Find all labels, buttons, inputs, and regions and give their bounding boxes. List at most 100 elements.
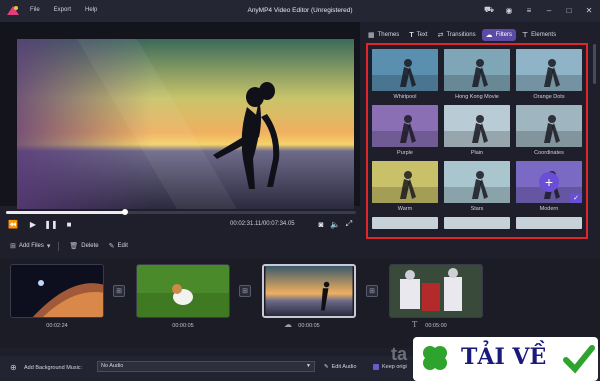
playback-time: 00:02:31.11/00:07:34.05 xyxy=(230,221,295,227)
edit-label: Edit xyxy=(117,243,128,249)
filter-item[interactable]: Stars xyxy=(444,161,510,215)
audio-edit-icon: ✎ xyxy=(324,364,329,370)
video-preview[interactable] xyxy=(17,39,354,209)
filter-applied-icon: ☁ xyxy=(284,320,292,329)
title-bar: File Export Help AnyMP4 Video Editor (Un… xyxy=(0,0,600,22)
filters-icon: ☁ xyxy=(485,32,493,39)
clip-thumbnail xyxy=(390,265,482,317)
watermark-faint-text: ta xyxy=(391,344,408,364)
fullscreen-icon[interactable]: ⤢ xyxy=(344,219,354,229)
checkmark-icon xyxy=(563,345,595,374)
timeline-clip[interactable] xyxy=(10,264,104,318)
filter-thumbnail[interactable] xyxy=(372,49,438,91)
filter-item[interactable]: Orange Dots xyxy=(516,49,582,103)
filter-thumbnail[interactable]: + ✓ xyxy=(516,161,582,203)
timeline-clip-selected[interactable] xyxy=(262,264,356,318)
bg-music-value: No Audio xyxy=(101,363,124,369)
tab-transitions[interactable]: ⇄ Transitions xyxy=(434,29,480,41)
clip-thumbnail xyxy=(265,266,353,316)
pause-icon[interactable]: ❚❚ xyxy=(44,219,57,229)
filter-thumbnail-partial[interactable] xyxy=(372,217,438,229)
wand-icon: ✎ xyxy=(108,243,115,250)
transition-slot[interactable]: ⊞ xyxy=(239,285,251,297)
add-filter-icon[interactable]: + xyxy=(539,172,559,192)
add-music-icon[interactable]: ⊕ xyxy=(10,363,17,372)
playback-scrubber[interactable] xyxy=(6,209,356,215)
tab-text[interactable]: T Text xyxy=(405,30,431,41)
tab-label: Transitions xyxy=(446,32,476,38)
transition-slot[interactable]: ⊞ xyxy=(366,285,378,297)
timeline-clip[interactable] xyxy=(389,264,483,318)
filter-thumbnail[interactable] xyxy=(444,161,510,203)
filter-label: Purple xyxy=(397,150,413,156)
filter-item[interactable]: Hong Kong Movie xyxy=(444,49,510,103)
filter-item[interactable]: Warm xyxy=(372,161,438,215)
clover-icon xyxy=(423,346,447,370)
filter-label: Warm xyxy=(397,206,413,212)
add-file-icon: ⊞ xyxy=(10,243,16,250)
tab-label: Filters xyxy=(495,32,512,38)
filter-item[interactable]: Coordinates xyxy=(516,105,582,159)
filters-panel: Whirlpool Hong Kong Movie Orange Dots Purpl… xyxy=(366,43,588,239)
scrubber-fill xyxy=(6,211,125,214)
filter-thumbnail[interactable] xyxy=(372,161,438,203)
scrubber-knob[interactable] xyxy=(122,209,128,215)
elements-icon: ⊤ xyxy=(521,32,529,39)
filter-label: Whirlpool xyxy=(393,94,417,100)
clip-thumbnail xyxy=(11,265,103,317)
edit-button[interactable]: ✎ Edit xyxy=(109,242,128,250)
clip-toolbar: ⊞ Add Files ▾ 🗑 Delete ✎ Edit xyxy=(0,238,360,254)
trash-icon: 🗑 xyxy=(69,243,79,250)
volume-icon[interactable]: 🔈 xyxy=(330,219,340,229)
bg-music-label: Add Background Music: xyxy=(24,365,83,371)
snapshot-icon[interactable]: ◙ xyxy=(316,219,326,229)
account-icon[interactable]: ◉ xyxy=(504,5,514,15)
filter-thumbnail[interactable] xyxy=(372,105,438,147)
filter-thumbnail[interactable] xyxy=(444,49,510,91)
filter-thumbnail-partial[interactable] xyxy=(516,217,582,229)
filter-item[interactable]: + ✓ Modern xyxy=(516,161,582,215)
tab-themes[interactable]: ▦ Themes xyxy=(364,29,403,41)
cart-icon[interactable]: ⛟ xyxy=(484,5,494,15)
timeline: 00:02:24 ⊞ 00:00:05 ⊞ 00:00:05 ☁ ⊞ 00:05… xyxy=(0,258,600,348)
play-icon[interactable]: ▶ xyxy=(28,219,38,229)
minimize-icon[interactable]: – xyxy=(544,5,554,15)
filter-label: Coordinates xyxy=(534,150,564,156)
edit-audio-label: Edit Audio xyxy=(331,364,357,370)
filter-thumbnail[interactable] xyxy=(444,105,510,147)
clip-duration: 00:00:05 xyxy=(298,323,320,329)
selected-check-icon: ✓ xyxy=(570,193,582,203)
filter-item[interactable]: Whirlpool xyxy=(372,49,438,103)
filter-thumbnail[interactable] xyxy=(516,105,582,147)
checkbox-checked xyxy=(373,364,379,370)
watermark-badge: TẢI VỀ xyxy=(413,337,598,381)
menu-icon[interactable]: ≡ xyxy=(524,5,534,15)
maximize-icon[interactable]: □ xyxy=(564,5,574,15)
filter-thumbnail[interactable] xyxy=(516,49,582,91)
playback-controls: ⏪ ▶ ❚❚ ■ 00:02:31.11/00:07:34.05 ◙ 🔈 ⤢ xyxy=(0,216,360,234)
watermark-text: TẢI VỀ xyxy=(461,344,547,370)
filter-thumbnail-partial[interactable] xyxy=(444,217,510,229)
tab-filters[interactable]: ☁ Filters xyxy=(481,29,516,41)
text-icon: T xyxy=(409,31,414,39)
rewind-icon[interactable]: ⏪ xyxy=(8,219,18,229)
bg-music-select[interactable]: No Audio ▼ xyxy=(97,361,315,372)
edit-audio-button[interactable]: ✎ Edit Audio xyxy=(324,364,356,370)
delete-button[interactable]: 🗑 Delete xyxy=(69,242,98,250)
delete-label: Delete xyxy=(81,243,99,249)
window-controls: ⛟ ◉ ≡ – □ ✕ xyxy=(484,5,594,15)
tab-label: Themes xyxy=(377,32,400,38)
effects-tabs: ▦ Themes T Text ⇄ Transitions ☁ Filters … xyxy=(364,28,600,42)
filter-item[interactable]: Purple xyxy=(372,105,438,159)
filter-item[interactable]: Plain xyxy=(444,105,510,159)
tab-elements[interactable]: ⊤ Elements xyxy=(518,29,560,41)
filters-scrollbar[interactable] xyxy=(593,44,596,84)
close-icon[interactable]: ✕ xyxy=(584,5,594,15)
add-files-button[interactable]: ⊞ Add Files ▾ xyxy=(10,242,50,250)
stop-icon[interactable]: ■ xyxy=(64,219,74,229)
transition-slot[interactable]: ⊞ xyxy=(113,285,125,297)
text-applied-icon: T xyxy=(412,320,418,329)
toolbar-divider xyxy=(58,241,60,251)
timeline-clip[interactable] xyxy=(136,264,230,318)
add-files-label: Add Files xyxy=(18,243,44,249)
